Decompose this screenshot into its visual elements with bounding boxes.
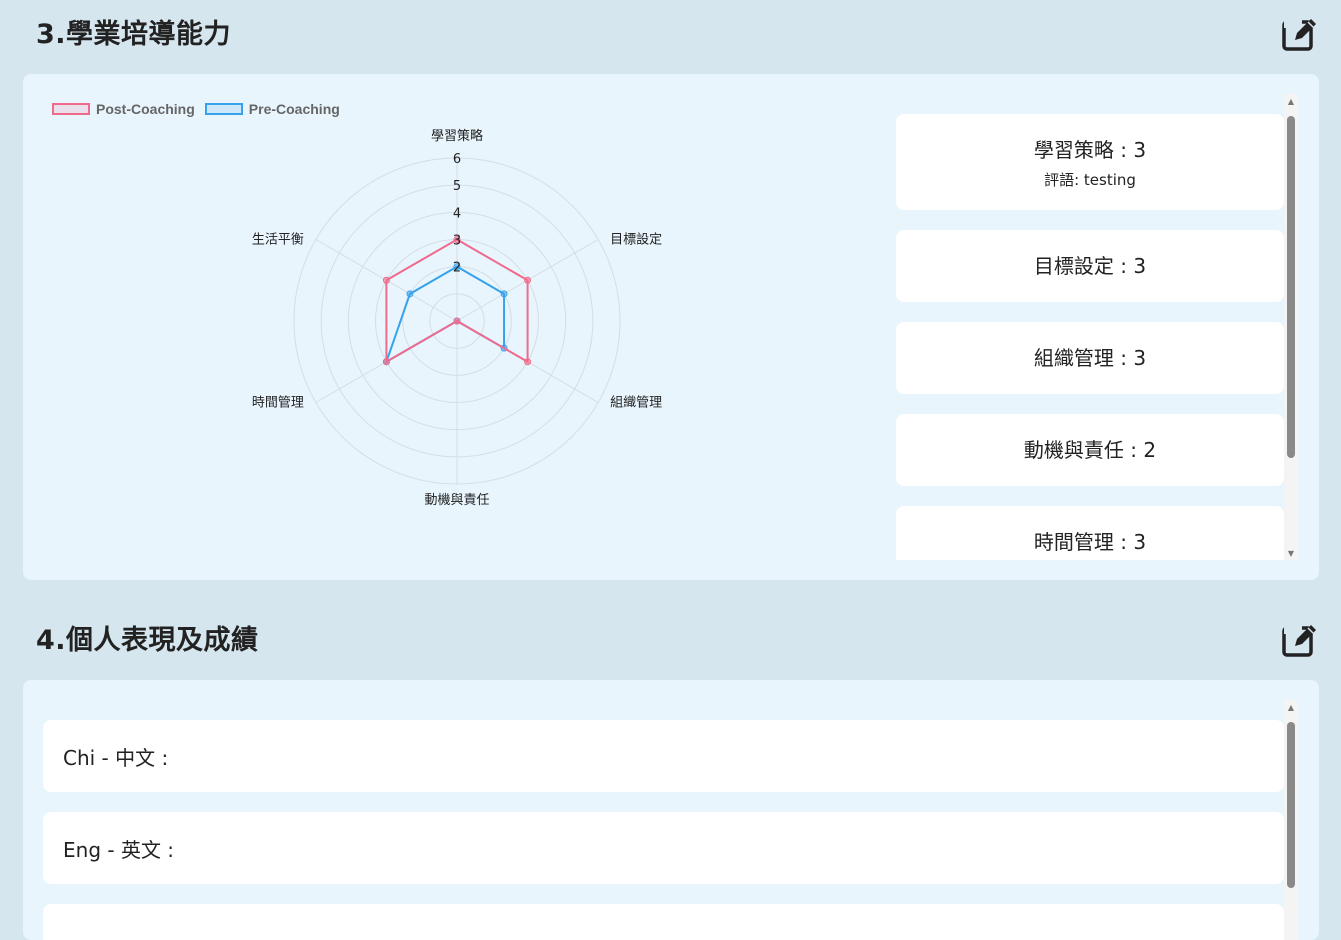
data-point — [524, 358, 532, 366]
edit-icon — [1282, 625, 1316, 657]
tick-label: 2 — [453, 261, 461, 276]
scroll-thumb[interactable] — [1287, 722, 1295, 888]
category-label: 學習策略 — [431, 128, 483, 144]
rating-card: 目標設定 : 3 — [896, 230, 1284, 302]
scroll-up-icon[interactable]: ▲ — [1284, 94, 1298, 108]
data-point — [524, 276, 532, 284]
subject-card-chinese: Chi - 中文 : — [43, 720, 1284, 792]
data-point — [382, 276, 390, 284]
tick-label: 6 — [453, 152, 461, 167]
tick-label: 5 — [453, 179, 461, 194]
section-3-title: 3.學業培導能力 — [36, 19, 232, 50]
tick-label: 4 — [453, 206, 461, 221]
rating-comment: 評語: testing — [1044, 171, 1136, 189]
radar-chart: 2 3 4 5 6 學習策略目標設定組織管理動機與責任 時間管理 生活平衡 — [252, 128, 662, 508]
subject-card — [43, 904, 1284, 940]
ratings-scrollbar[interactable]: ▲ ▼ — [1284, 94, 1298, 560]
rating-card: 時間管理 : 3 — [896, 506, 1284, 560]
rating-title: 動機與責任 : 2 — [1023, 438, 1157, 462]
data-point — [500, 290, 508, 298]
edit-section-3-button[interactable] — [1280, 14, 1320, 54]
scroll-up-icon[interactable]: ▲ — [1284, 700, 1298, 714]
section-4-title: 4.個人表現及成績 — [36, 625, 259, 656]
ratings-list: 學習策略 : 3 評語: testing 目標設定 : 3 組織管理 : 3 動… — [896, 94, 1284, 560]
data-point — [382, 358, 390, 366]
category-label: 時間管理 — [252, 396, 304, 411]
rating-card: 組織管理 : 3 — [896, 322, 1284, 394]
edit-icon — [1282, 19, 1316, 51]
subjects-scrollbar[interactable]: ▲ — [1284, 700, 1298, 940]
edit-section-4-button[interactable] — [1280, 620, 1320, 660]
rating-title: 目標設定 : 3 — [1033, 254, 1147, 278]
rating-card: 動機與責任 : 2 — [896, 414, 1284, 486]
rating-card: 學習策略 : 3 評語: testing — [896, 114, 1284, 210]
subject-label: Chi - 中文 : — [63, 745, 169, 770]
tick-label: 3 — [453, 234, 461, 249]
performance-panel: Chi - 中文 : Eng - 英文 : ▲ — [23, 680, 1319, 940]
data-point — [453, 317, 461, 325]
category-label: 目標設定 — [610, 232, 662, 248]
rating-title: 學習策略 : 3 — [1033, 138, 1147, 162]
category-label: 生活平衡 — [252, 233, 304, 248]
category-label: 動機與責任 — [424, 493, 489, 508]
rating-title: 時間管理 : 3 — [1033, 530, 1147, 554]
data-point — [406, 290, 414, 298]
scroll-down-icon[interactable]: ▼ — [1284, 546, 1298, 560]
subject-label: Eng - 英文 : — [63, 837, 175, 862]
academic-coaching-panel: Post-Coaching Pre-Coaching 2 3 4 5 6 學習策略 目標設定… — [23, 74, 1319, 580]
scroll-thumb[interactable] — [1287, 116, 1295, 458]
subject-card-english: Eng - 英文 : — [43, 812, 1284, 884]
rating-title: 組織管理 : 3 — [1033, 346, 1147, 370]
category-label: 組織管理 — [610, 396, 662, 411]
